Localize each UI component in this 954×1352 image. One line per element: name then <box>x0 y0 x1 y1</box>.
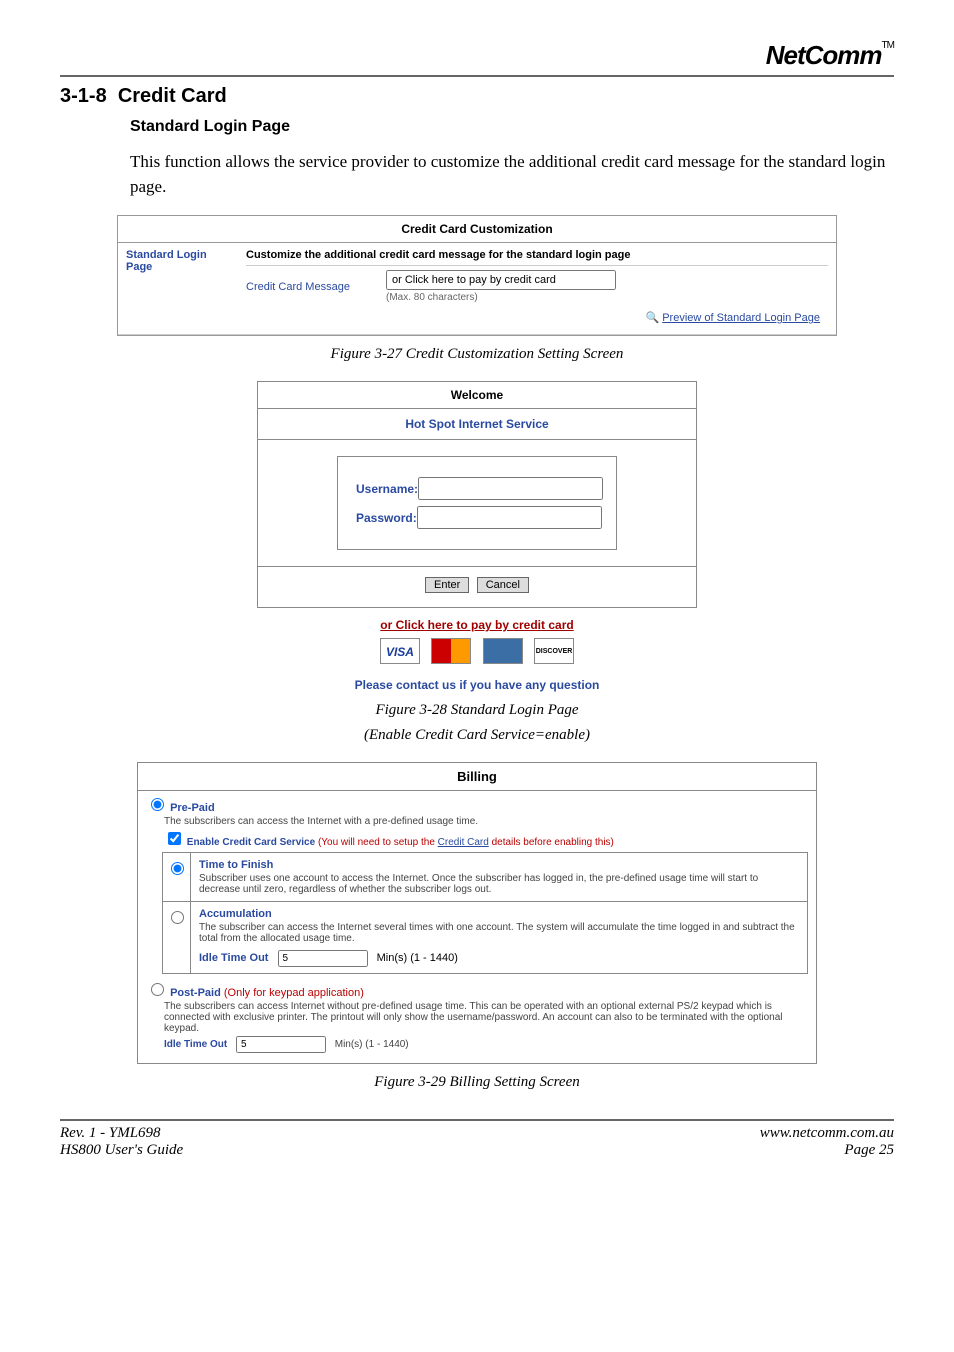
credit-card-message-label: Credit Card Message <box>246 281 386 293</box>
accumulation-radio[interactable] <box>171 911 184 924</box>
prepaid-label: Pre-Paid <box>170 802 215 814</box>
prepaid-desc: The subscribers can access the Internet … <box>164 816 808 827</box>
header-rule <box>60 75 894 77</box>
standard-login-page-preview: Welcome Hot Spot Internet Service Userna… <box>257 381 697 692</box>
enable-cc-label: Enable Credit Card Service <box>187 837 315 848</box>
welcome-title: Welcome <box>258 382 696 409</box>
service-title: Hot Spot Internet Service <box>258 409 696 440</box>
figure-3-29-caption: Figure 3-29 Billing Setting Screen <box>60 1074 894 1091</box>
logo-text: NetComm <box>766 40 882 70</box>
amex-icon <box>483 638 523 664</box>
time-to-finish-radio[interactable] <box>171 862 184 875</box>
description-paragraph: This function allows the service provide… <box>130 150 894 199</box>
footer-page: Page 25 <box>760 1142 894 1159</box>
billing-title: Billing <box>138 763 816 791</box>
brand-logo: NetCommTM <box>766 40 894 71</box>
postpaid-idle-label: Idle Time Out <box>164 1039 227 1050</box>
credit-card-customization-panel: Credit Card Customization Standard Login… <box>117 215 837 336</box>
subheading: Standard Login Page <box>130 118 894 136</box>
contact-text: Please contact us if you have any questi… <box>257 678 697 692</box>
postpaid-label: Post-Paid <box>170 987 221 999</box>
logo-tm: TM <box>882 40 894 51</box>
standard-login-page-label: Standard Login Page <box>118 243 238 334</box>
accum-idle-label: Idle Time Out <box>199 952 268 964</box>
password-label: Password: <box>356 511 417 525</box>
accum-idle-input[interactable] <box>278 950 368 967</box>
postpaid-only-keypad: (Only for keypad application) <box>224 987 364 999</box>
time-to-finish-desc: Subscriber uses one account to access th… <box>199 873 799 895</box>
time-to-finish-title: Time to Finish <box>199 859 799 871</box>
enter-button[interactable]: Enter <box>425 577 469 593</box>
max-chars-hint: (Max. 80 characters) <box>386 292 616 303</box>
footer-guide: HS800 User's Guide <box>60 1142 183 1159</box>
search-icon: 🔍 <box>645 312 659 324</box>
postpaid-radio[interactable] <box>151 983 164 996</box>
section-heading: 3-1-8 Credit Card <box>60 85 894 108</box>
accumulation-title: Accumulation <box>199 908 799 920</box>
postpaid-idle-unit: Min(s) (1 - 1440) <box>335 1039 409 1050</box>
visa-icon: VISA <box>380 638 420 664</box>
postpaid-desc: The subscribers can access Internet with… <box>164 1001 808 1034</box>
enable-cc-red-note: (You will need to setup the Credit Card … <box>318 837 614 848</box>
credit-card-message-input[interactable] <box>386 270 616 290</box>
pay-by-credit-card-link[interactable]: or Click here to pay by credit card <box>380 618 573 632</box>
discover-icon: DISCOVER <box>534 638 574 664</box>
accumulation-desc: The subscriber can access the Internet s… <box>199 922 799 944</box>
postpaid-idle-input[interactable] <box>236 1036 326 1053</box>
prepaid-radio[interactable] <box>151 798 164 811</box>
password-input[interactable] <box>417 506 602 529</box>
accum-idle-unit: Min(s) (1 - 1440) <box>377 952 458 964</box>
username-label: Username: <box>356 482 418 496</box>
footer-rev: Rev. 1 - YML698 <box>60 1125 183 1142</box>
customize-desc: Customize the additional credit card mes… <box>246 249 828 261</box>
figure-3-28-caption-2: (Enable Credit Card Service=enable) <box>60 727 894 744</box>
figure-3-28-caption-1: Figure 3-28 Standard Login Page <box>60 702 894 719</box>
card-logos-row: VISA DISCOVER <box>257 638 697 664</box>
panel-title: Credit Card Customization <box>118 216 836 243</box>
figure-3-27-caption: Figure 3-27 Credit Customization Setting… <box>60 346 894 363</box>
footer-rule <box>60 1119 894 1121</box>
username-input[interactable] <box>418 477 603 500</box>
preview-link[interactable]: Preview of Standard Login Page <box>662 312 820 324</box>
logo-area: NetCommTM <box>60 40 894 71</box>
section-title: Credit Card <box>118 85 227 107</box>
credit-card-link[interactable]: Credit Card <box>438 837 489 848</box>
section-number: 3-1-8 <box>60 85 107 107</box>
mastercard-icon <box>431 638 471 664</box>
page-footer: Rev. 1 - YML698 HS800 User's Guide www.n… <box>60 1125 894 1159</box>
enable-cc-checkbox[interactable] <box>168 832 181 845</box>
billing-panel: Billing Pre-Paid The subscribers can acc… <box>137 762 817 1064</box>
footer-url: www.netcomm.com.au <box>760 1125 894 1142</box>
cancel-button[interactable]: Cancel <box>477 577 529 593</box>
